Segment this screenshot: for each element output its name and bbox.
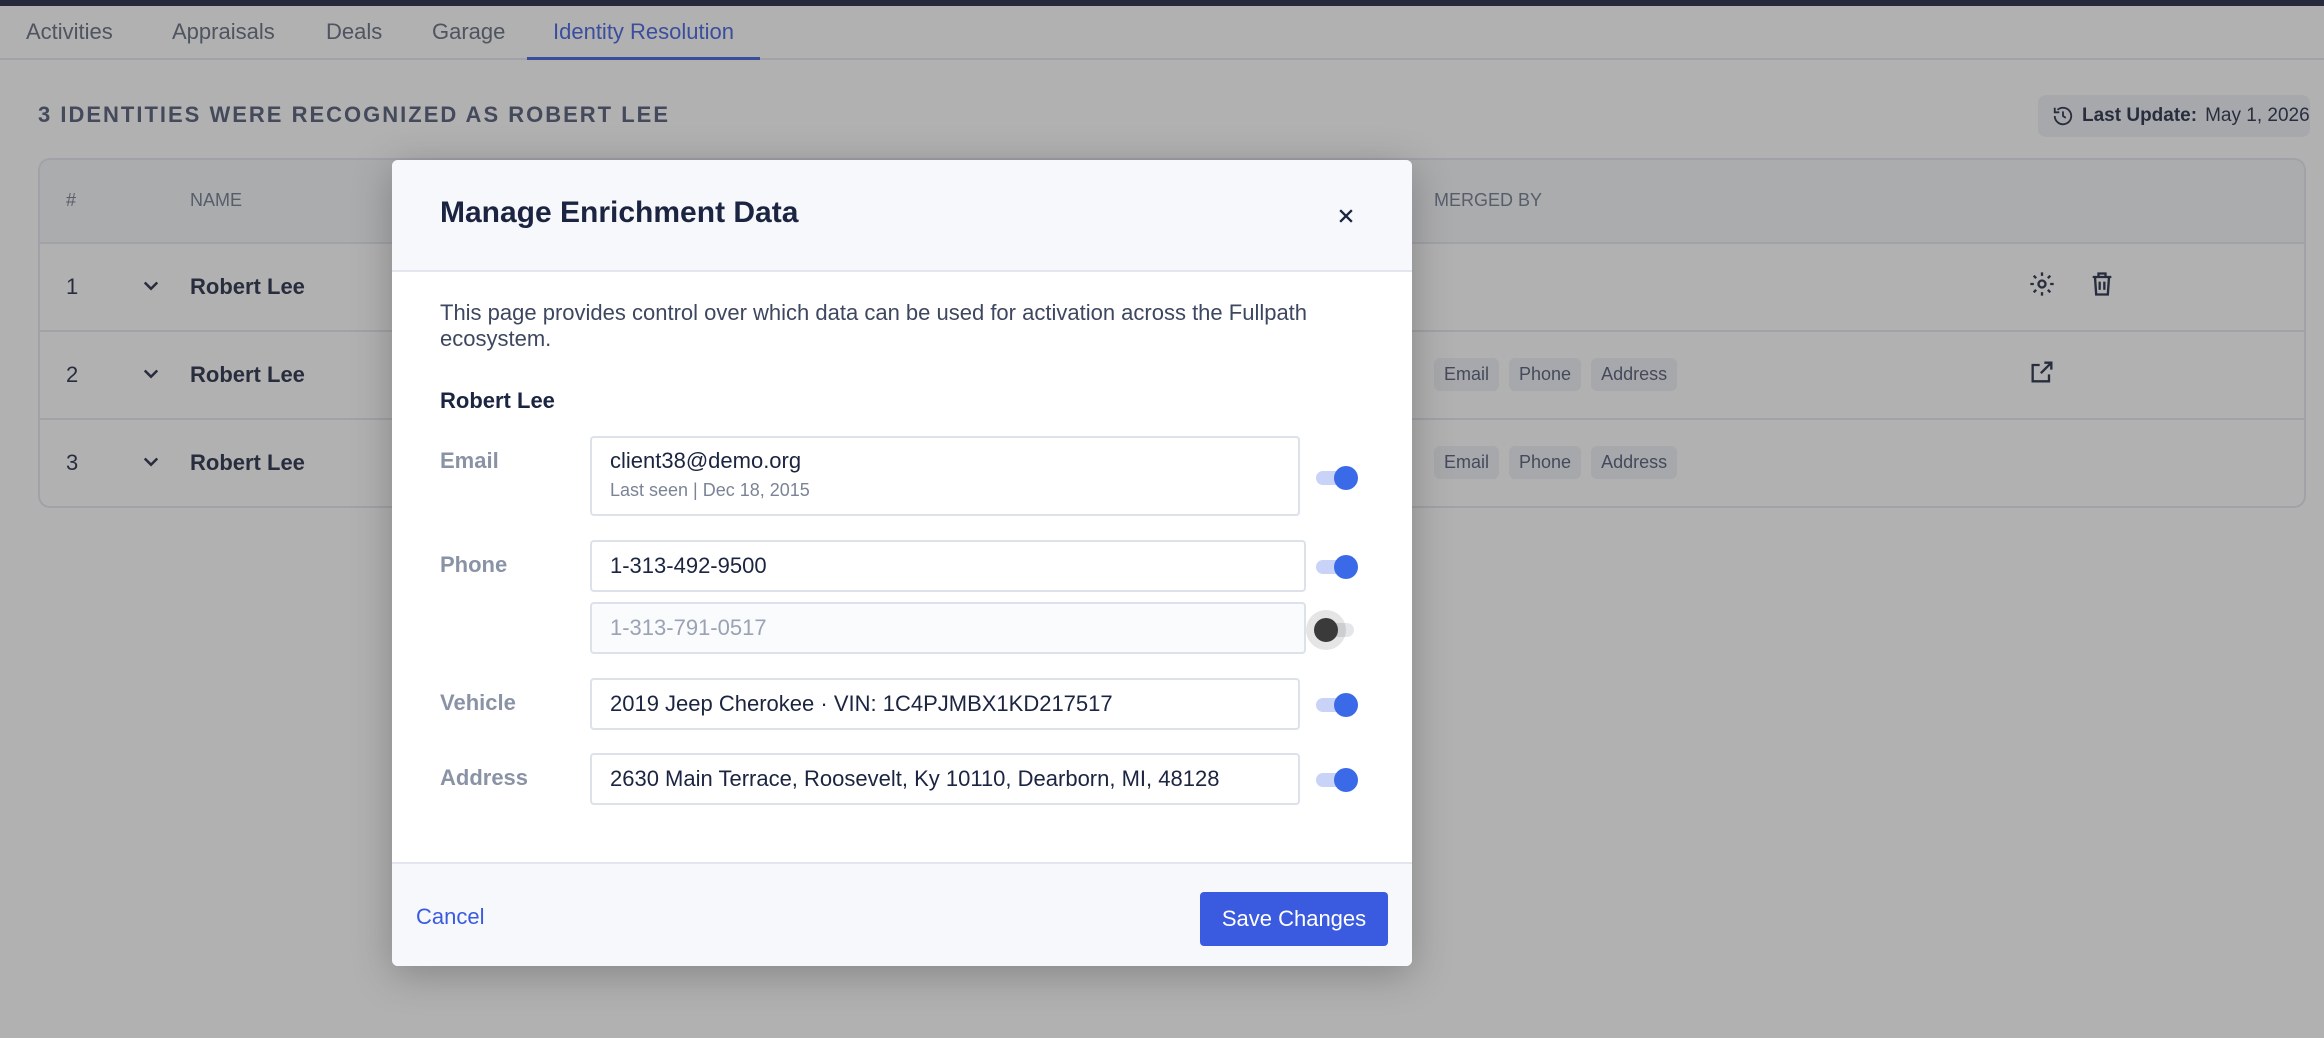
- address-label: Address: [440, 765, 529, 790]
- vehicle-label: Vehicle: [440, 690, 516, 715]
- email-label: Email: [440, 448, 499, 473]
- person-name: Robert Lee: [440, 388, 555, 413]
- modal-title: Manage Enrichment Data: [440, 196, 799, 229]
- email-last-seen: Last seen | Dec 18, 2015: [610, 480, 810, 500]
- email-value: client38@demo.org: [610, 448, 802, 473]
- phone-field-1[interactable]: 1-313-492-9500: [590, 540, 1306, 592]
- email-toggle[interactable]: [1314, 462, 1360, 492]
- address-field[interactable]: 2630 Main Terrace, Roosevelt, Ky 10110, …: [590, 753, 1300, 805]
- cancel-button[interactable]: Cancel: [416, 904, 484, 930]
- save-changes-button[interactable]: Save Changes: [1200, 892, 1388, 946]
- modal-header: Manage Enrichment Data: [392, 160, 1412, 272]
- phone-label: Phone: [440, 552, 508, 577]
- manage-enrichment-modal: Manage Enrichment Data This page provide…: [392, 160, 1412, 966]
- phone-value-2: 1-313-791-0517: [610, 615, 767, 640]
- phone-1-toggle[interactable]: [1314, 551, 1360, 581]
- phone-2-toggle[interactable]: [1314, 614, 1360, 644]
- vehicle-value: 2019 Jeep Cherokee · VIN: 1C4PJMBX1KD217…: [610, 691, 1113, 716]
- modal-footer: Cancel Save Changes: [392, 862, 1412, 966]
- modal-description: This page provides control over which da…: [440, 300, 1308, 351]
- vehicle-field[interactable]: 2019 Jeep Cherokee · VIN: 1C4PJMBX1KD217…: [590, 678, 1300, 730]
- address-toggle[interactable]: [1314, 764, 1360, 794]
- phone-field-2[interactable]: 1-313-791-0517: [590, 602, 1306, 654]
- phone-value-1: 1-313-492-9500: [610, 553, 767, 578]
- vehicle-toggle[interactable]: [1314, 689, 1360, 719]
- email-field[interactable]: client38@demo.org Last seen | Dec 18, 20…: [590, 436, 1300, 516]
- address-value: 2630 Main Terrace, Roosevelt, Ky 10110, …: [610, 766, 1220, 791]
- close-icon[interactable]: [1332, 202, 1360, 230]
